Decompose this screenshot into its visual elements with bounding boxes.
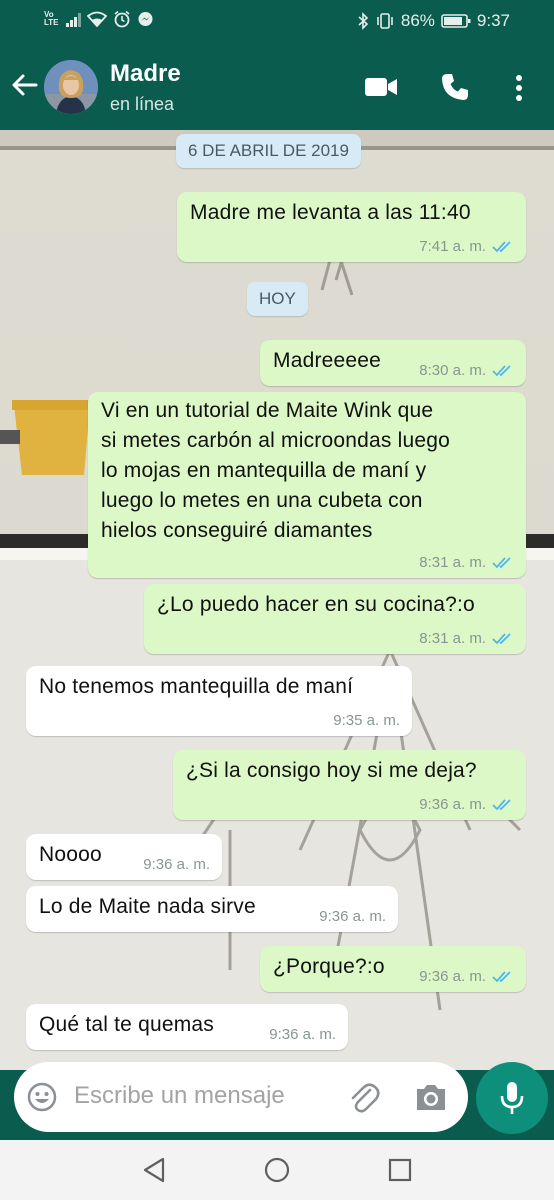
message-meta: 9:35 a. m. (333, 712, 400, 730)
message-time: 9:35 a. m. (333, 712, 400, 729)
system-nav-bar (0, 1140, 554, 1200)
phone-icon[interactable] (440, 72, 470, 102)
message-text: Qué tal te quemas (39, 1013, 214, 1036)
message-line: Vi en un tutorial de Maite Wink que (101, 399, 434, 422)
message-text: Madre me levanta a las 11:40 (190, 201, 471, 224)
read-receipt-icon (492, 633, 511, 645)
message-time: 9:36 a. m. (419, 796, 486, 813)
mic-button[interactable] (476, 1062, 548, 1134)
message-time: 9:36 a. m. (269, 1026, 336, 1043)
message-time: 9:36 a. m. (143, 856, 210, 873)
message-bubble-incoming[interactable]: No tenemos mantequilla de maní 9:35 a. m… (26, 666, 412, 736)
status-left: Vo LTE (44, 10, 154, 28)
message-meta: 8:30 a. m. (419, 362, 514, 380)
more-vert-icon[interactable] (514, 74, 524, 102)
message-bubble-incoming[interactable]: Lo de Maite nada sirve 9:36 a. m. (26, 886, 398, 932)
message-text: Noooo (39, 843, 102, 866)
camera-icon[interactable] (414, 1081, 448, 1113)
message-meta: 9:36 a. m. (269, 1026, 336, 1044)
message-bubble-outgoing[interactable]: Madreeeee 8:30 a. m. (260, 340, 526, 386)
avatar[interactable] (44, 60, 98, 114)
volte-indicator: Vo LTE (44, 10, 59, 27)
message-bubble-outgoing[interactable]: Vi en un tutorial de Maite Wink que si m… (88, 392, 526, 578)
message-meta: 9:36 a. m. (319, 908, 386, 926)
status-bar: Vo LTE 86% 9:37 (0, 0, 554, 44)
nav-recents-icon[interactable] (388, 1158, 412, 1182)
message-line: hielos conseguiré diamantes (101, 519, 373, 542)
message-time: 8:31 a. m. (419, 554, 486, 571)
message-line: si metes carbón al microondas luego (101, 429, 451, 452)
message-bubble-outgoing[interactable]: ¿Porque?:o 9:36 a. m. (260, 946, 526, 992)
message-time: 8:30 a. m. (419, 362, 486, 379)
message-bubble-incoming[interactable]: Qué tal te quemas 9:36 a. m. (26, 1004, 348, 1050)
clock: 9:37 (476, 11, 510, 30)
signal-icon (66, 12, 81, 27)
message-text: ¿Si la consigo hoy si me deja? (186, 759, 477, 782)
emoji-icon[interactable] (26, 1081, 58, 1113)
message-text: Madreeeee (273, 349, 382, 372)
alarm-icon (114, 10, 130, 28)
message-bubble-outgoing[interactable]: ¿Lo puedo hacer en su cocina?:o 8:31 a. … (144, 584, 526, 654)
message-bubble-outgoing[interactable]: Madre me levanta a las 11:40 7:41 a. m. (177, 192, 526, 262)
mic-icon (500, 1082, 524, 1114)
message-time: 8:31 a. m. (419, 630, 486, 647)
message-meta: 9:36 a. m. (419, 968, 514, 986)
read-receipt-icon (492, 971, 511, 983)
read-receipt-icon (492, 799, 511, 811)
nav-back-icon[interactable] (142, 1157, 166, 1183)
battery-percent: 86% (400, 11, 435, 30)
message-meta: 8:31 a. m. (419, 554, 514, 572)
message-line: luego lo metes en una cubeta con (101, 489, 423, 512)
status-right: 86% 9:37 (357, 11, 510, 31)
message-text: ¿Lo puedo hacer en su cocina?:o (157, 593, 475, 616)
bluetooth-icon (358, 12, 369, 30)
message-meta: 9:36 a. m. (419, 796, 514, 814)
nav-home-icon[interactable] (264, 1157, 290, 1183)
vibrate-icon (377, 13, 393, 29)
date-chip: 6 DE ABRIL DE 2019 (176, 134, 361, 168)
back-arrow-icon[interactable] (10, 70, 40, 100)
attach-icon[interactable] (348, 1080, 380, 1114)
chat-area[interactable]: 6 DE ABRIL DE 2019 Madre me levanta a la… (0, 130, 554, 1070)
message-text: ¿Porque?:o (273, 955, 385, 978)
message-text: Lo de Maite nada sirve (39, 895, 256, 918)
message-meta: 7:41 a. m. (419, 238, 514, 256)
message-composer: Escribe un mensaje (14, 1062, 468, 1132)
message-meta: 8:31 a. m. (419, 630, 514, 648)
message-input[interactable]: Escribe un mensaje (74, 1082, 285, 1110)
battery-icon (441, 14, 471, 28)
read-receipt-icon (492, 241, 511, 253)
message-bubble-incoming[interactable]: Noooo 9:36 a. m. (26, 834, 222, 880)
message-bubble-outgoing[interactable]: ¿Si la consigo hoy si me deja? 9:36 a. m… (173, 750, 526, 820)
chat-header: Madre en línea (0, 44, 554, 130)
message-meta: 9:36 a. m. (143, 856, 210, 874)
read-receipt-icon (492, 365, 511, 377)
message-time: 9:36 a. m. (419, 968, 486, 985)
wifi-icon (87, 11, 107, 27)
message-time: 9:36 a. m. (319, 908, 386, 925)
contact-status: en línea (110, 94, 175, 114)
message-text: No tenemos mantequilla de maní (39, 675, 354, 698)
video-call-icon[interactable] (364, 76, 398, 98)
read-receipt-icon (492, 557, 511, 569)
messenger-icon (138, 11, 153, 26)
contact-name[interactable]: Madre (110, 60, 181, 88)
date-chip: HOY (247, 282, 308, 316)
message-text: Vi en un tutorial de Maite Wink que si m… (101, 396, 450, 546)
message-time: 7:41 a. m. (419, 238, 486, 255)
message-line: lo mojas en mantequilla de maní y (101, 459, 427, 482)
